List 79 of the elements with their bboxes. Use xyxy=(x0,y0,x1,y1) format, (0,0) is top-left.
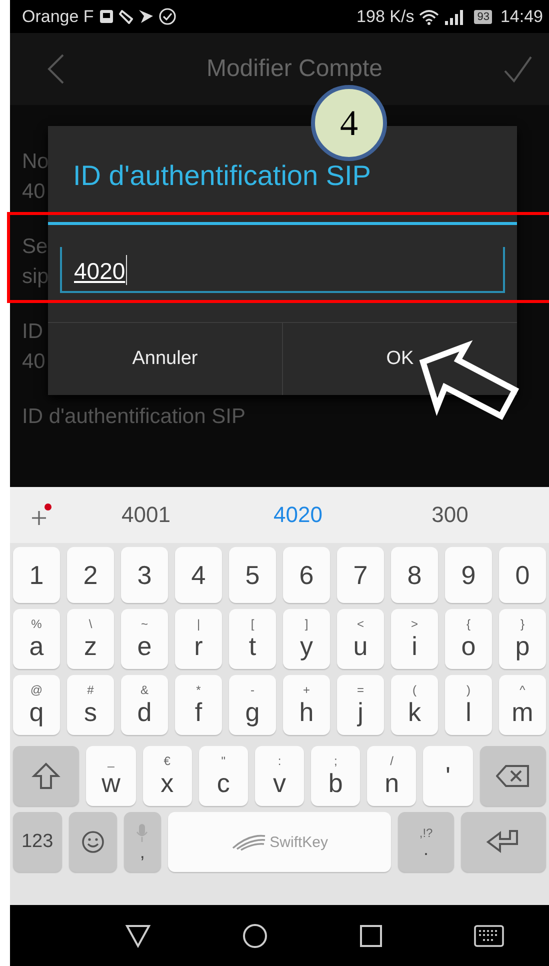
char-key[interactable]: | r xyxy=(175,609,222,669)
backspace-key[interactable] xyxy=(480,746,546,806)
char-key[interactable]: " c xyxy=(198,746,248,806)
network-speed: 198 K/s xyxy=(356,6,414,26)
enter-icon xyxy=(486,828,520,856)
dialog-button[interactable]: Annuler xyxy=(48,323,282,395)
char-key[interactable]: \ z xyxy=(67,609,114,669)
home-circle-icon[interactable] xyxy=(242,922,268,948)
setting-label: ID d'authentification SIP xyxy=(22,404,246,430)
dialog-title: ID d'authentification SIP xyxy=(72,159,372,193)
char-key[interactable]: _ w xyxy=(86,746,136,806)
char-key[interactable]: 8 xyxy=(391,547,438,603)
check-icon[interactable] xyxy=(503,55,533,83)
punct-key[interactable]: ,!? . xyxy=(398,812,454,872)
char-key[interactable]: % a xyxy=(13,609,60,669)
char-key[interactable]: - g xyxy=(229,675,276,735)
char-key[interactable]: { o xyxy=(445,609,492,669)
char-key[interactable]: > i xyxy=(391,609,438,669)
word-suggestion[interactable]: 4001 xyxy=(70,502,222,528)
word-suggestion[interactable]: 300 xyxy=(374,502,526,528)
char-key[interactable]: 7 xyxy=(337,547,384,603)
char-key[interactable]: 6 xyxy=(283,547,330,603)
setting-value: sip xyxy=(22,264,49,290)
char-key[interactable]: : v xyxy=(254,746,304,806)
char-key[interactable]: & d xyxy=(121,675,168,735)
backspace-icon xyxy=(496,764,530,788)
back-triangle-icon[interactable] xyxy=(125,924,152,948)
mic-key[interactable]: , xyxy=(124,812,161,872)
battery-level: 93 xyxy=(474,10,492,24)
char-key[interactable]: 1 xyxy=(13,547,60,603)
char-key[interactable]: 9 xyxy=(445,547,492,603)
char-key[interactable]: # s xyxy=(67,675,114,735)
input-field[interactable]: 4020 xyxy=(60,247,505,293)
logo-icon xyxy=(230,832,267,852)
enter-key[interactable] xyxy=(460,812,546,872)
char-key[interactable]: ^ m xyxy=(499,675,546,735)
char-key[interactable]: ] y xyxy=(283,609,330,669)
char-key[interactable]: ; b xyxy=(311,746,360,806)
char-key[interactable]: [ t xyxy=(229,609,276,669)
dialog-button[interactable]: OK xyxy=(282,323,517,395)
symbols-key[interactable]: 123 xyxy=(13,812,62,872)
recents-square-icon[interactable] xyxy=(358,924,383,948)
back-icon[interactable] xyxy=(46,53,66,85)
check-circle-icon xyxy=(158,8,176,25)
char-key[interactable]: < u xyxy=(337,609,384,669)
arrow-icon xyxy=(138,9,154,24)
char-key[interactable]: @ q xyxy=(13,675,60,735)
setting-value: 40 xyxy=(22,349,46,375)
char-key[interactable]: 0 xyxy=(499,547,546,603)
shift-icon xyxy=(31,761,62,791)
wifi-icon xyxy=(419,8,440,24)
emoji-key[interactable] xyxy=(68,812,118,872)
char-key[interactable]: ( k xyxy=(391,675,438,735)
char-key[interactable]: 4 xyxy=(175,547,222,603)
screen-title: Modifier Compte xyxy=(206,55,383,83)
char-key[interactable]: / n xyxy=(367,746,416,806)
char-key[interactable]: + h xyxy=(283,675,330,735)
setting-label: No xyxy=(22,149,49,175)
microphone-icon xyxy=(136,823,148,843)
char-key[interactable]: 2 xyxy=(67,547,114,603)
clock-time: 14:49 xyxy=(500,6,543,26)
setting-value: 40 xyxy=(22,179,46,205)
char-key[interactable]: ' xyxy=(423,746,473,806)
char-key[interactable]: ) l xyxy=(445,675,492,735)
char-key[interactable]: 3 xyxy=(121,547,168,603)
char-key[interactable]: = j xyxy=(337,675,384,735)
setting-label: ID xyxy=(22,319,43,345)
keyboard-icon[interactable] xyxy=(474,924,504,946)
keyboard-logo: SwiftKey xyxy=(270,834,328,850)
emoji-icon xyxy=(80,830,105,854)
char-key[interactable]: 5 xyxy=(229,547,276,603)
carrier-name: Orange F xyxy=(22,6,94,26)
shift-key[interactable] xyxy=(13,746,80,806)
setting-label: Se xyxy=(22,234,48,260)
message-icon xyxy=(98,9,114,24)
char-key[interactable]: ~ e xyxy=(121,609,168,669)
char-key[interactable]: € x xyxy=(142,746,192,806)
char-key[interactable]: * f xyxy=(175,675,222,735)
char-key[interactable]: } p xyxy=(499,609,546,669)
